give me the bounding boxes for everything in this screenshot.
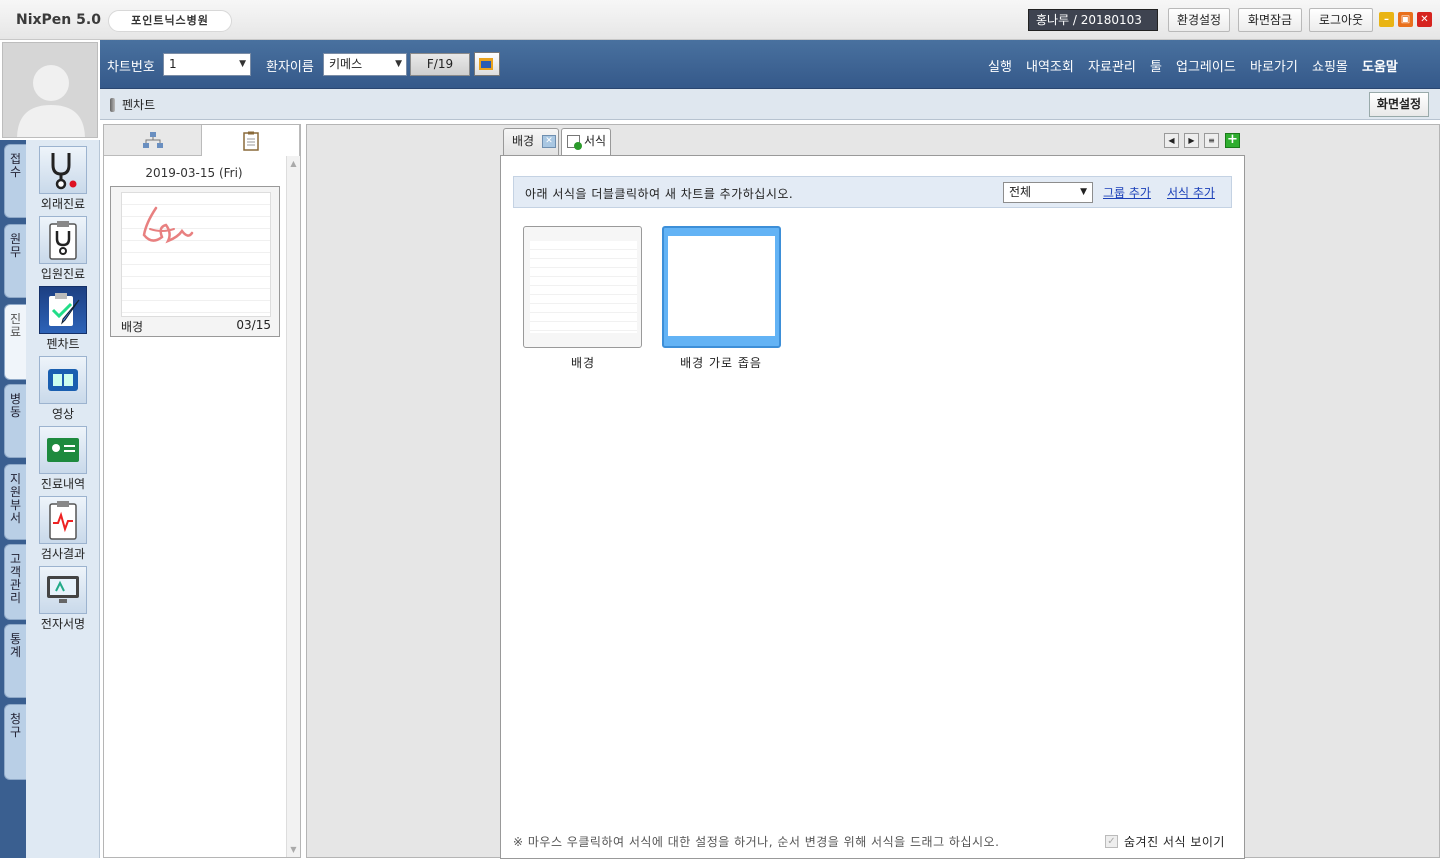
menu-outpatient[interactable]: 외래진료 [26, 146, 100, 212]
folder-search-icon [479, 58, 493, 70]
add-group-link[interactable]: 그룹 추가 [1103, 184, 1151, 201]
info-bar: 아래 서식을 더블클릭하여 새 차트를 추가하십시오. 전체 ▼ 그룹 추가 서… [513, 176, 1232, 208]
tab-background[interactable]: 배경 ✕ [503, 128, 559, 155]
tab-prev-icon[interactable]: ◀ [1164, 133, 1179, 148]
form-label-background: 배경 [570, 356, 596, 370]
app-title: NixPen 5.0 [16, 12, 101, 28]
tab-customer[interactable]: 고객관리 [4, 544, 26, 620]
chart-number-label: 차트번호 [107, 60, 155, 75]
user-info: 홍나루 / 20180103 [1028, 9, 1158, 31]
scroll-up-icon[interactable]: ▲ [287, 159, 300, 168]
form-card-background[interactable] [523, 226, 642, 348]
page-title: 펜차트 [122, 98, 156, 112]
thumbnail-preview [121, 192, 271, 317]
chevron-down-icon: ▼ [239, 59, 246, 69]
chart-thumbnail[interactable]: 배경 03/15 [110, 186, 280, 337]
tab-next-icon[interactable]: ▶ [1184, 133, 1199, 148]
chart-number-combo[interactable]: 1 ▼ [163, 53, 251, 76]
minimize-icon[interactable]: – [1379, 12, 1394, 27]
tab-list-icon[interactable]: ≡ [1204, 133, 1219, 148]
tab-reception[interactable]: 접수 [4, 144, 26, 218]
form-label-background-narrow: 배경 가로 좁음 [680, 356, 762, 370]
scroll-down-icon[interactable]: ▼ [287, 845, 300, 854]
tab-billing[interactable]: 청구 [4, 704, 26, 780]
main-area: 배경 ✕ 서식 ◀ ▶ ≡ + 아래 서식을 더블클릭하여 새 차트를 추가하십… [306, 124, 1440, 859]
menu-shop[interactable]: 쇼핑몰 [1312, 56, 1348, 75]
form-card-background-narrow[interactable] [662, 226, 781, 348]
menu-history-query[interactable]: 내역조회 [1026, 56, 1074, 75]
vertical-tab-bar: 접수 원무 진료 병동 지원부서 고객관리 통계 청구 [0, 140, 26, 858]
chart-date: 2019-03-15 (Fri) [145, 166, 243, 180]
patient-search-button[interactable] [474, 52, 500, 76]
close-tab-icon[interactable]: ✕ [542, 135, 556, 148]
tab-forms[interactable]: 서식 [561, 128, 611, 156]
tab-treatment[interactable]: 진료 [4, 304, 26, 380]
settings-button[interactable]: 환경설정 [1168, 8, 1230, 32]
footnote: ※ 마우스 우클릭하여 서식에 대한 설정을 하거나, 순서 변경을 위해 서식… [513, 835, 1000, 849]
chevron-down-icon: ▼ [1080, 187, 1087, 197]
menu-upgrade[interactable]: 업그레이드 [1176, 56, 1236, 75]
id-card-icon [47, 438, 79, 462]
logout-button[interactable]: 로그아웃 [1309, 8, 1373, 32]
add-form-icon [567, 135, 582, 150]
chevron-down-icon: ▼ [395, 59, 402, 69]
lock-screen-button[interactable]: 화면잠금 [1238, 8, 1302, 32]
thumbnail-date: 03/15 [236, 318, 271, 332]
add-form-link[interactable]: 서식 추가 [1167, 184, 1215, 201]
restore-icon[interactable]: ▣ [1398, 12, 1413, 27]
menu-inpatient[interactable]: 입원진료 [26, 216, 100, 282]
tab-list-view[interactable] [202, 125, 300, 156]
show-hidden-label: 숨겨진 서식 보이기 [1124, 835, 1225, 849]
monitor-signature-icon [47, 576, 79, 603]
chart-list-panel: 2019-03-15 (Fri) 배경 03/15 ▲ ▼ [103, 124, 301, 858]
film-icon [48, 369, 78, 391]
thumbnail-label: 배경 [121, 320, 144, 334]
pen-icon [110, 98, 115, 112]
handwriting-stroke [142, 206, 194, 244]
menu-video[interactable]: 영상 [26, 356, 100, 422]
menu-help[interactable]: 도움말 [1362, 56, 1398, 75]
avatar [2, 42, 98, 138]
form-preview [530, 241, 637, 333]
menu-tools[interactable]: 툴 [1150, 56, 1162, 75]
hospital-name: 포인트닉스병원 [108, 10, 232, 32]
forms-panel: 아래 서식을 더블클릭하여 새 차트를 추가하십시오. 전체 ▼ 그룹 추가 서… [500, 155, 1245, 859]
menu-e-signature[interactable]: 전자서명 [26, 566, 100, 632]
stethoscope-icon [51, 153, 77, 190]
menu-run[interactable]: 실행 [988, 56, 1012, 75]
screen-settings-button[interactable]: 화면설정 [1369, 92, 1429, 117]
tab-support[interactable]: 지원부서 [4, 464, 26, 540]
icon-menu: 외래진료 입원진료 펜차트 영상 진료내역 검사결과 전자서명 [26, 140, 100, 858]
document-list-icon [242, 131, 259, 151]
sub-header: 펜차트 화면설정 [100, 89, 1440, 120]
show-hidden-checkbox[interactable]: ✓ [1105, 835, 1118, 848]
info-text: 아래 서식을 더블클릭하여 새 차트를 추가하십시오. [525, 187, 794, 201]
menu-data-management[interactable]: 자료관리 [1088, 56, 1136, 75]
menu-shortcut[interactable]: 바로가기 [1250, 56, 1298, 75]
tab-statistics[interactable]: 통계 [4, 624, 26, 698]
f-index-box[interactable]: F/19 [410, 53, 470, 76]
menu-penchart[interactable]: 펜차트 [26, 286, 100, 352]
ecg-clipboard-icon [49, 501, 77, 540]
group-filter-select[interactable]: 전체 ▼ [1003, 182, 1093, 203]
tab-ward[interactable]: 병동 [4, 384, 26, 458]
menu-history[interactable]: 진료내역 [26, 426, 100, 492]
patient-name-label: 환자이름 [266, 60, 314, 75]
tab-tree-view[interactable] [104, 125, 202, 156]
form-preview [668, 236, 775, 336]
close-icon[interactable]: ✕ [1417, 12, 1432, 27]
vertical-scrollbar[interactable]: ▲ ▼ [286, 156, 300, 857]
sitemap-icon [142, 132, 163, 148]
pen-chart-icon [49, 293, 80, 326]
clipboard-stethoscope-icon [49, 221, 77, 260]
menu-test-results[interactable]: 검사결과 [26, 496, 100, 562]
title-bar: NixPen 5.0 포인트닉스병원 홍나루 / 20180103 환경설정 화… [0, 0, 1440, 40]
toolbar: 차트번호 1 ▼ 환자이름 키메스 ▼ F/19 실행 내역조회 자료관리 툴 업그… [100, 40, 1440, 89]
add-tab-icon[interactable]: + [1225, 133, 1240, 148]
patient-name-combo[interactable]: 키메스 ▼ [323, 53, 407, 76]
tab-admin[interactable]: 원무 [4, 224, 26, 298]
